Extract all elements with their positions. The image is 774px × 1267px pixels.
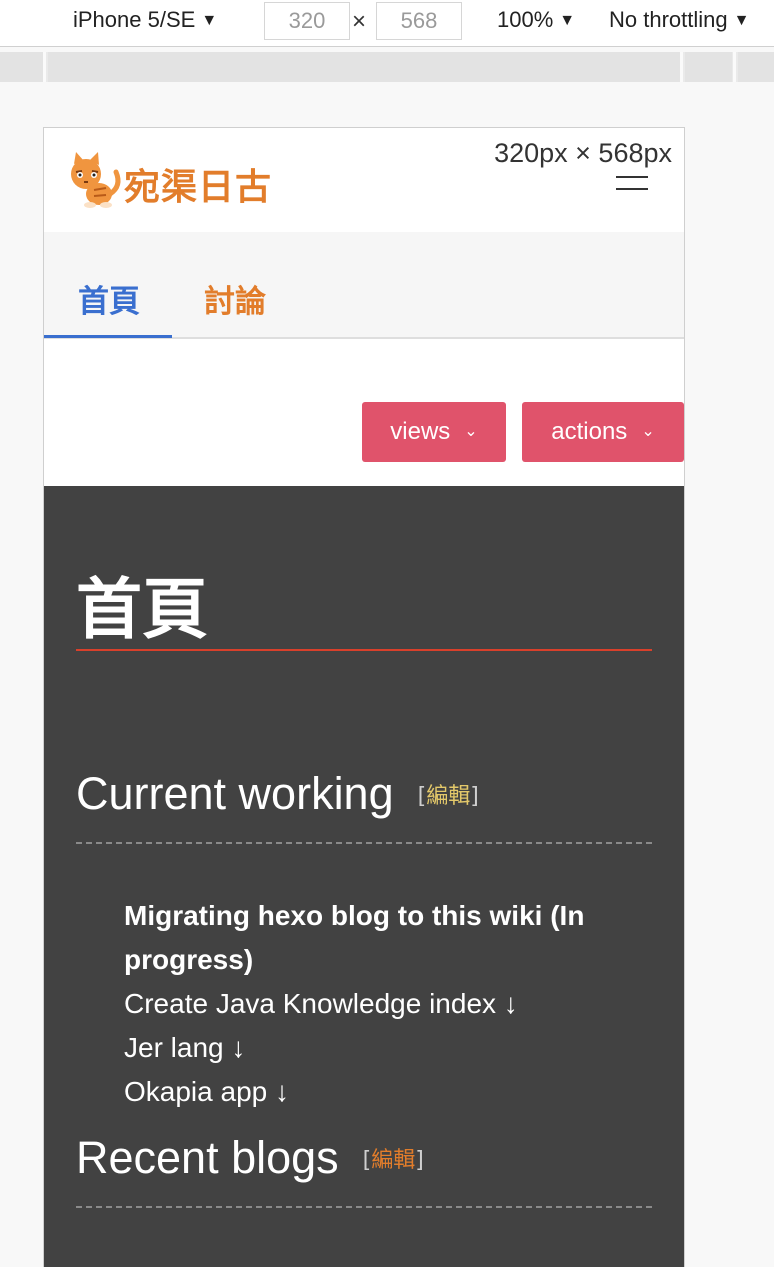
section-heading-recent-blogs: Recent blogs [編輯]	[76, 1132, 424, 1184]
viewport-size-label: 320px × 568px	[494, 138, 672, 168]
list-item[interactable]: Create Java Knowledge index ↓	[124, 982, 644, 1026]
page-title: 首頁	[76, 571, 208, 648]
ruler-divider	[43, 52, 46, 82]
media-query-segment[interactable]	[48, 52, 680, 82]
bracket: ]	[470, 784, 479, 809]
tab-discussion[interactable]: 討論	[204, 276, 266, 321]
throttling-select[interactable]: No throttling ▼	[609, 7, 749, 33]
title-divider	[76, 649, 652, 651]
section-heading-text: Current working	[76, 768, 394, 819]
site-logo-text[interactable]: 宛渠日古	[124, 158, 272, 210]
edit-link-label[interactable]: 編輯	[426, 784, 470, 809]
page-tabs: 首頁 討論	[44, 232, 684, 339]
device-select[interactable]: iPhone 5/SE ▼	[73, 7, 217, 33]
throttling-value: No throttling	[609, 7, 728, 32]
section-divider	[76, 842, 652, 844]
ruler-divider	[680, 52, 683, 82]
views-button[interactable]: views ⌄	[362, 402, 506, 462]
height-input[interactable]: 568	[376, 2, 462, 40]
edit-section-link[interactable]: [編輯]	[363, 1148, 424, 1173]
active-tab-indicator	[44, 335, 172, 338]
views-button-label: views	[390, 418, 451, 445]
actions-button[interactable]: actions ⌄	[522, 402, 684, 462]
tab-home[interactable]: 首頁	[78, 276, 140, 321]
zoom-value: 100%	[497, 7, 554, 32]
actions-button-label: actions	[551, 418, 628, 445]
zoom-dropdown-icon: ▼	[559, 12, 576, 29]
cat-logo-icon[interactable]	[66, 150, 126, 210]
list-item[interactable]: Okapia app ↓	[124, 1070, 644, 1114]
hamburger-line	[616, 188, 648, 190]
width-input[interactable]: 320	[264, 2, 350, 40]
device-dropdown-icon: ▼	[201, 12, 218, 29]
bracket: [	[362, 1148, 372, 1173]
list-item: Migrating hexo blog to this wiki (In pro…	[124, 900, 585, 975]
page-content: 首頁 Current working [編輯] Migrating hexo bl…	[44, 486, 684, 1267]
throttling-dropdown-icon: ▼	[733, 12, 750, 29]
bracket: [	[417, 784, 427, 809]
chevron-down-icon: ⌄	[641, 423, 655, 440]
edit-link-label[interactable]: 編輯	[371, 1148, 415, 1173]
media-query-segment[interactable]	[738, 52, 774, 82]
device-name: iPhone 5/SE	[73, 7, 196, 32]
ruler-divider	[733, 52, 736, 82]
zoom-select[interactable]: 100% ▼	[497, 7, 575, 33]
hamburger-line	[616, 176, 648, 178]
media-query-segment[interactable]	[685, 52, 732, 82]
device-viewport: 宛渠日古 320px × 568px 首頁 討論 views ⌄ actions ⌄…	[43, 127, 685, 1267]
edit-section-link[interactable]: [編輯]	[418, 784, 479, 809]
section-divider	[76, 1206, 652, 1208]
bracket: ]	[415, 1148, 424, 1173]
devtools-toolbar: iPhone 5/SE ▼ 320 × 568 100% ▼ No throttli…	[0, 0, 774, 47]
section-heading-current-working: Current working [編輯]	[76, 768, 479, 820]
section-heading-text: Recent blogs	[76, 1132, 339, 1183]
working-list: Migrating hexo blog to this wiki (In pro…	[124, 894, 644, 1114]
media-query-segment[interactable]	[0, 52, 43, 82]
site-header: 宛渠日古 320px × 568px	[44, 128, 684, 232]
list-item[interactable]: Jer lang ↓	[124, 1026, 644, 1070]
chevron-down-icon: ⌄	[464, 423, 478, 440]
hamburger-menu-icon[interactable]	[616, 176, 648, 192]
dimension-separator: ×	[352, 8, 367, 35]
media-query-bar[interactable]	[0, 52, 774, 82]
